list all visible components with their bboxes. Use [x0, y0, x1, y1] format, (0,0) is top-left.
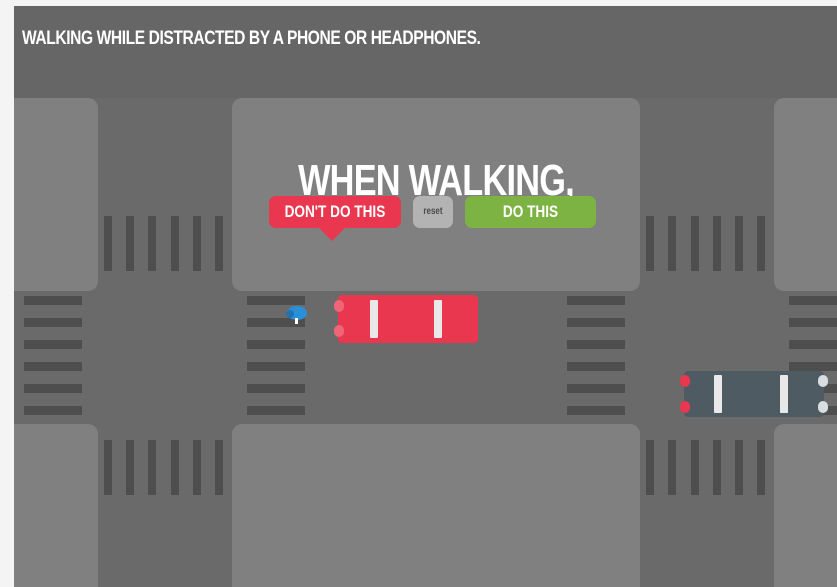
pedestrian-with-phone-icon — [286, 306, 307, 324]
selected-pointer-icon — [319, 228, 345, 241]
city-block-bottom-center — [232, 424, 640, 587]
headlight-icon — [334, 300, 344, 312]
dont-do-this-button[interactable]: DON'T DO THIS — [269, 196, 401, 228]
choice-panel: WHEN WALKING, DON'T DO THIS reset DO THI… — [232, 98, 640, 291]
rear-window — [434, 300, 442, 338]
city-block-bottom-right — [774, 424, 837, 587]
city-block-bottom-left — [14, 424, 98, 587]
headlight-icon — [818, 401, 828, 413]
game-frame: WALKING WHILE DISTRACTED BY A PHONE OR H… — [14, 6, 837, 587]
rear-window — [714, 375, 722, 413]
title-bar: WALKING WHILE DISTRACTED BY A PHONE OR H… — [14, 6, 837, 98]
windshield — [370, 300, 378, 338]
headlight-icon — [334, 325, 344, 337]
blue-gray-car — [680, 371, 828, 417]
dont-do-this-label: DON'T DO THIS — [284, 202, 386, 221]
do-this-label: DO THIS — [502, 202, 559, 221]
reset-button[interactable]: reset — [413, 196, 453, 228]
scenario-title: WALKING WHILE DISTRACTED BY A PHONE OR H… — [22, 28, 481, 49]
city-block-top-right — [774, 98, 837, 291]
taillight-icon — [680, 401, 690, 413]
windshield — [780, 375, 788, 413]
red-car — [334, 295, 478, 343]
do-this-button[interactable]: DO THIS — [465, 196, 596, 228]
reset-label: reset — [423, 206, 443, 217]
city-block-top-left — [14, 98, 98, 291]
headlight-icon — [818, 375, 828, 387]
taillight-icon — [680, 375, 690, 387]
